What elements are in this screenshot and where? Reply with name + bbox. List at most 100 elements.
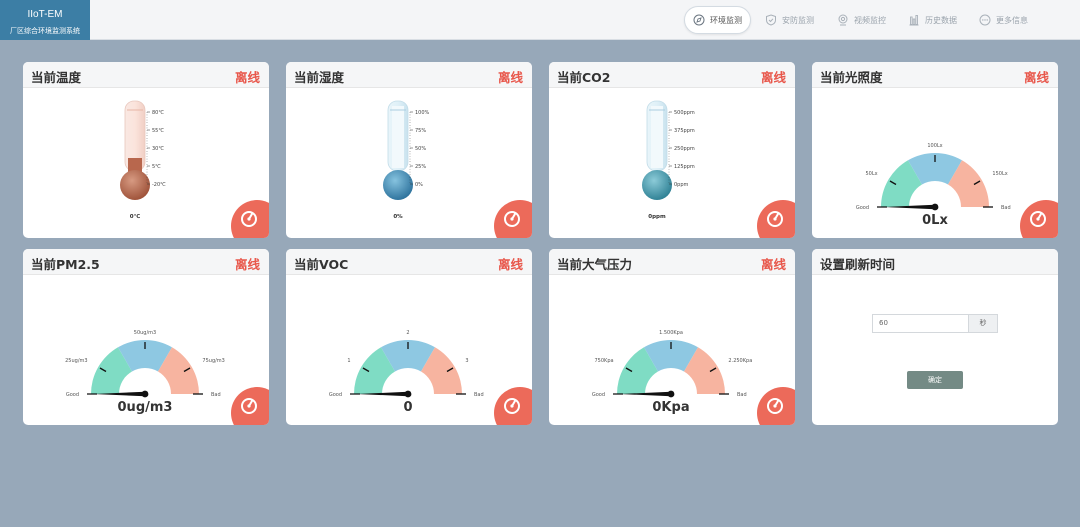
status-offline: 离线: [760, 257, 786, 272]
nav-tab-security[interactable]: 安防监测: [765, 6, 814, 34]
status-offline: 离线: [497, 70, 523, 85]
gauge-hub: [141, 390, 149, 398]
brand-logo[interactable]: IIoT-EM 厂区综合环境监测系统: [0, 0, 90, 40]
tick-label: 30℃: [152, 146, 164, 152]
tick-label: 0%: [415, 182, 423, 188]
gauge-hub: [931, 203, 939, 211]
tick-label: 75%: [415, 128, 426, 134]
nav-tab-history[interactable]: 历史数据: [908, 6, 957, 34]
card-title: 当前VOC: [294, 257, 349, 272]
timer-icon: [767, 211, 783, 227]
card-title: 当前湿度: [294, 70, 345, 85]
tick-label: -20℃: [152, 182, 166, 188]
card-title: 当前光照度: [820, 70, 883, 85]
gauge-label-good: Good: [592, 392, 605, 398]
gauge-value: 0Kpa: [652, 400, 689, 415]
camera-icon: [838, 14, 848, 26]
status-offline: 离线: [234, 257, 260, 272]
gauge-tick-label: 1: [347, 358, 350, 364]
status-offline: 离线: [234, 70, 260, 85]
timer-icon: [1030, 211, 1046, 227]
gauge-value: 0: [403, 400, 412, 415]
refresh-interval-input[interactable]: 60: [872, 314, 968, 333]
gauge-label-bad: Bad: [737, 392, 747, 398]
top-bar: IIoT-EM 厂区综合环境监测系统 环境监测 安防监测 视频监控 历史数据 更…: [0, 0, 1080, 40]
gauge-hub: [404, 390, 412, 398]
value-label: 0%: [393, 214, 403, 220]
card-refresh-settings: 设置刷新时间 60 秒 确定: [812, 249, 1058, 425]
gauge-tick-label: 50ug/m3: [134, 330, 156, 336]
card-header: 当前光照度 离线: [812, 62, 1058, 88]
gauge-value: 0Lx: [922, 213, 948, 228]
tick-label: 5℃: [152, 164, 161, 170]
gauge-label-bad: Bad: [1001, 205, 1011, 211]
card-title: 设置刷新时间: [820, 257, 896, 272]
nav-tab-video[interactable]: 视频监控: [837, 6, 886, 34]
card-header: 当前温度 离线: [23, 62, 269, 88]
gauge-label-bad: Bad: [211, 392, 221, 398]
card-light: 当前光照度 离线 Good Bad 50Lx 100Lx 150Lx 0Lx: [812, 62, 1058, 238]
gauge-tick-label: 100Lx: [927, 143, 942, 149]
brand-subtitle: 厂区综合环境监测系统: [10, 27, 80, 35]
tick-label: 125ppm: [674, 164, 695, 170]
card-header: 当前大气压力 离线: [549, 249, 795, 275]
gauge-hub: [667, 390, 675, 398]
tick-label: 100%: [415, 110, 430, 116]
timer-icon: [241, 211, 257, 227]
shield-icon: [766, 14, 776, 26]
gauge-tick-label: 3: [465, 358, 468, 364]
tick-label: 375ppm: [674, 128, 695, 134]
refresh-unit-label: 秒: [968, 314, 998, 333]
gauge-value: 0ug/m3: [118, 400, 173, 415]
nav-label: 安防监测: [782, 15, 814, 25]
status-offline: 离线: [1023, 70, 1049, 85]
status-offline: 离线: [760, 70, 786, 85]
tick-label: 80℃: [152, 110, 164, 116]
gauge-tick-label: 50Lx: [865, 171, 877, 177]
nav-label: 视频监控: [854, 15, 886, 25]
compass-icon: [693, 14, 705, 26]
nav-tab-environment[interactable]: 环境监测: [684, 6, 751, 34]
gauge-tick-label: 150Lx: [992, 171, 1007, 177]
card-co2: 当前CO2 离线 500ppm 375ppm 250ppm 125ppm 0pp…: [549, 62, 795, 238]
card-pressure: 当前大气压力 离线 Good Bad 750Kpa 1.500Kpa 2.250Kpa 0…: [549, 249, 795, 425]
card-title: 当前温度: [31, 70, 82, 85]
gauge-tick-label: 75ug/m3: [202, 358, 224, 364]
tick-label: 50%: [415, 146, 426, 152]
nav-label: 环境监测: [710, 15, 742, 25]
value-label: 0ppm: [648, 214, 666, 220]
tick-label: 500ppm: [674, 110, 695, 116]
card-header: 当前VOC 离线: [286, 249, 532, 275]
card-header: 当前PM2.5 离线: [23, 249, 269, 275]
card-humidity: 当前湿度 离线 100% 75% 50% 25% 0% 0%: [286, 62, 532, 238]
value-label: 0℃: [130, 213, 141, 220]
timer-icon: [504, 211, 520, 227]
gauge-label-good: Good: [66, 392, 79, 398]
gauge-label-good: Good: [856, 205, 869, 211]
card-pm25: 当前PM2.5 离线 Good Bad 25ug/m3 50ug/m3 75ug/m3 0…: [23, 249, 269, 425]
gauge-tick-label: 1.500Kpa: [659, 330, 683, 336]
card-header: 当前湿度 离线: [286, 62, 532, 88]
nav-label: 历史数据: [925, 15, 957, 25]
status-offline: 离线: [497, 257, 523, 272]
gauge-tick-label: 2: [406, 330, 409, 336]
more-icon: [979, 14, 991, 26]
timer-icon: [504, 398, 520, 414]
card-temperature: 当前温度 离线 80℃ 55℃ 30℃ 5℃ -20℃ 0℃: [23, 62, 269, 238]
confirm-button[interactable]: 确定: [907, 371, 963, 389]
gauge-label-good: Good: [329, 392, 342, 398]
card-voc: 当前VOC 离线 Good Bad 1 2 3 0: [286, 249, 532, 425]
bar-chart-icon: [909, 15, 919, 26]
card-header: 设置刷新时间: [812, 249, 1058, 275]
gauge-tick-label: 2.250Kpa: [728, 358, 752, 364]
tick-label: 25%: [415, 164, 426, 170]
card-title: 当前PM2.5: [31, 257, 100, 272]
nav-tab-more[interactable]: 更多信息: [979, 6, 1028, 34]
card-header: 当前CO2 离线: [549, 62, 795, 88]
card-title: 当前CO2: [557, 70, 611, 85]
nav-label: 更多信息: [996, 15, 1028, 25]
gauge-tick-label: 25ug/m3: [65, 358, 87, 364]
gauge-label-bad: Bad: [474, 392, 484, 398]
tick-label: 55℃: [152, 128, 164, 134]
tick-label: 0ppm: [674, 182, 689, 188]
